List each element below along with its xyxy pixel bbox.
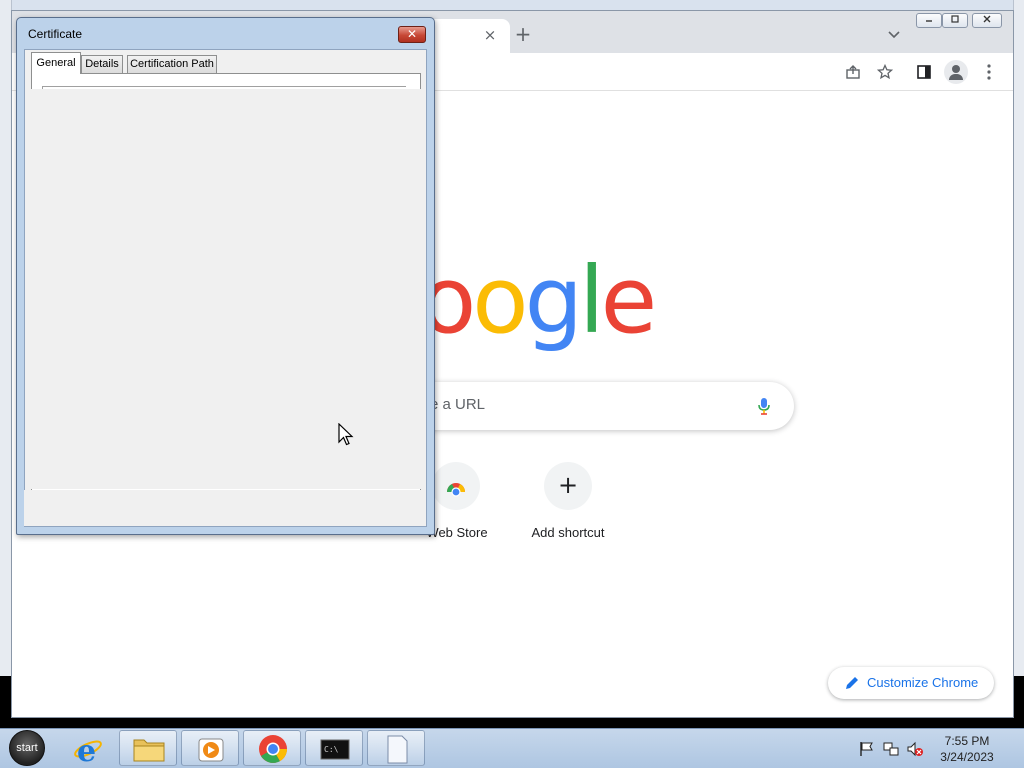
tab-details[interactable]: Details <box>81 55 123 73</box>
start-button[interactable]: start <box>9 730 45 766</box>
background-window-right <box>1013 0 1024 676</box>
web-store-shortcut[interactable] <box>432 462 480 510</box>
tab-search-icon[interactable] <box>884 25 904 45</box>
logo-letter: l <box>579 247 604 354</box>
share-icon[interactable] <box>840 59 866 85</box>
dialog-footer <box>24 490 426 526</box>
system-clock[interactable]: 7:55 PM 3/24/2023 <box>930 733 1004 765</box>
svg-text:C:\: C:\ <box>324 745 339 754</box>
restore-button[interactable] <box>942 13 968 28</box>
internet-explorer-taskbar-button[interactable]: e <box>68 730 108 768</box>
unrendered-region <box>25 89 423 489</box>
internet-explorer-icon: e <box>74 734 102 768</box>
tab-certification-path[interactable]: Certification Path <box>127 55 217 73</box>
search-placeholder: e a URL <box>430 396 486 413</box>
chrome-icon <box>259 735 287 763</box>
file-explorer-taskbar-button[interactable] <box>119 730 177 766</box>
network-icon[interactable] <box>882 740 900 758</box>
action-center-flag-icon[interactable] <box>858 740 876 758</box>
logo-letter: e <box>600 247 658 354</box>
clock-time: 7:55 PM <box>944 734 990 748</box>
profile-icon[interactable] <box>944 60 968 84</box>
dialog-title: Certificate <box>28 27 83 41</box>
window-close-button[interactable] <box>972 13 1002 28</box>
customize-chrome-button[interactable]: Customize Chrome <box>828 667 994 699</box>
microphone-icon[interactable] <box>754 396 774 416</box>
document-icon <box>387 735 408 764</box>
side-panel-icon[interactable] <box>911 59 937 85</box>
volume-muted-icon[interactable] <box>906 740 924 758</box>
terminal-icon: C:\ <box>320 739 350 760</box>
add-shortcut-label: Add shortcut <box>531 525 605 540</box>
clock-date: 3/24/2023 <box>940 750 994 764</box>
new-tab-button[interactable]: + <box>512 24 534 46</box>
web-store-icon <box>447 483 465 497</box>
folder-icon <box>133 739 165 762</box>
add-shortcut-button[interactable]: + <box>544 462 592 510</box>
pencil-icon <box>846 677 858 689</box>
notepad-taskbar-button[interactable] <box>367 730 425 766</box>
logo-letter: g <box>524 247 583 354</box>
chrome-taskbar-button[interactable] <box>243 730 301 766</box>
mouse-cursor-icon <box>338 423 354 446</box>
logo-letter: o <box>472 247 528 354</box>
media-player-icon <box>198 738 224 762</box>
dialog-close-button[interactable]: ✕ <box>398 26 426 43</box>
tab-close-icon[interactable]: × <box>480 25 500 45</box>
tab-general[interactable]: General <box>31 52 81 74</box>
star-icon[interactable] <box>872 59 898 85</box>
svg-text:e: e <box>77 734 96 766</box>
minimize-button[interactable] <box>916 13 942 28</box>
google-logo: oogle <box>420 246 658 356</box>
media-player-taskbar-button[interactable] <box>181 730 239 766</box>
terminal-taskbar-button[interactable]: C:\ <box>305 730 363 766</box>
menu-icon[interactable] <box>976 59 1002 85</box>
customize-chrome-label: Customize Chrome <box>867 675 979 690</box>
